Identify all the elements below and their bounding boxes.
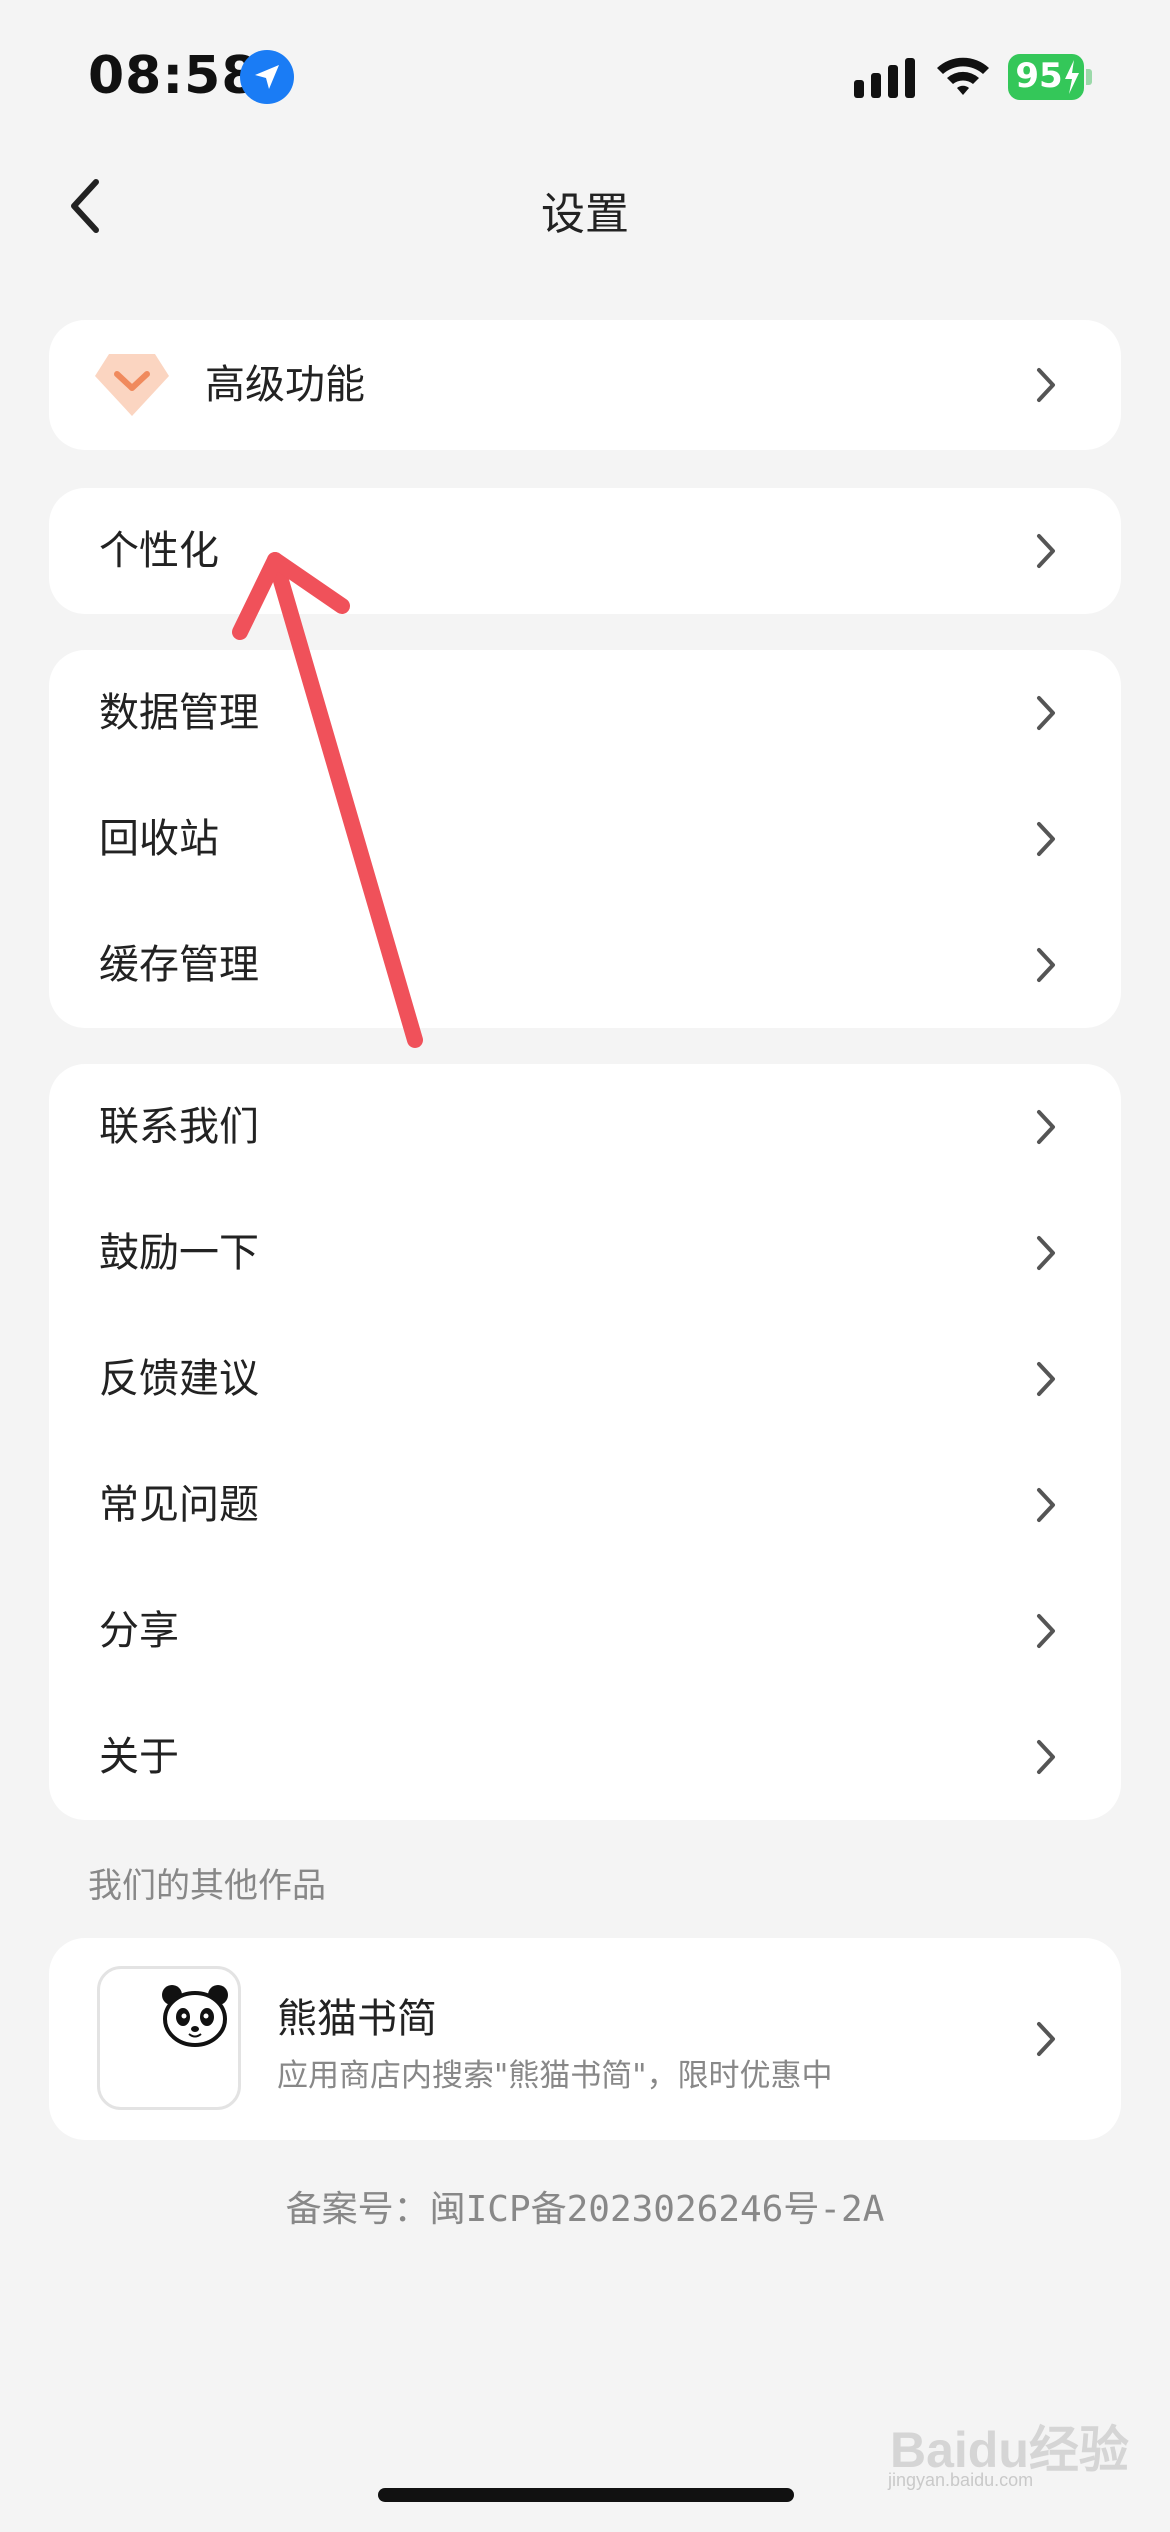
- row-label: 常见问题: [99, 1482, 259, 1528]
- home-indicator[interactable]: [378, 2488, 794, 2502]
- row-label: 联系我们: [99, 1104, 259, 1150]
- faq-item[interactable]: 常见问题: [49, 1442, 1121, 1568]
- data-management-item[interactable]: 数据管理: [49, 650, 1121, 776]
- data-settings-group: 数据管理 回收站 缓存管理: [49, 650, 1121, 1028]
- premium-features-label: 高级功能: [205, 362, 365, 408]
- share-item[interactable]: 分享: [49, 1568, 1121, 1694]
- chevron-right-icon: [1037, 696, 1055, 730]
- feedback-item[interactable]: 反馈建议: [49, 1316, 1121, 1442]
- app-description: 应用商店内搜索"熊猫书简"，限时优惠中: [277, 2058, 833, 2094]
- about-item[interactable]: 关于: [49, 1694, 1121, 1820]
- chevron-right-icon: [1037, 1110, 1055, 1144]
- other-app-item[interactable]: 熊猫书简 应用商店内搜索"熊猫书简"，限时优惠中: [49, 1938, 1121, 2140]
- chevron-right-icon: [1037, 2022, 1055, 2056]
- diamond-icon: [95, 354, 169, 416]
- panda-icon: [162, 1985, 228, 2047]
- row-label: 鼓励一下: [99, 1230, 259, 1276]
- chevron-right-icon: [1037, 1236, 1055, 1270]
- row-label: 缓存管理: [99, 942, 259, 988]
- status-bar: 08:58 95: [0, 0, 1170, 150]
- chevron-right-icon: [1037, 534, 1055, 568]
- icp-record-number: 备案号：闽ICP备2023026246号-2A: [285, 2189, 885, 2230]
- chevron-right-icon: [1037, 1362, 1055, 1396]
- row-label: 分享: [99, 1608, 179, 1654]
- recycle-bin-item[interactable]: 回收站: [49, 776, 1121, 902]
- chevron-right-icon: [1037, 948, 1055, 982]
- contact-us-item[interactable]: 联系我们: [49, 1064, 1121, 1190]
- page-title: 设置: [541, 189, 629, 240]
- battery-level: 95: [1015, 56, 1063, 96]
- other-works-section-title: 我们的其他作品: [88, 1866, 326, 1906]
- watermark-url: jingyan.baidu.com: [888, 2470, 1034, 2490]
- row-label: 回收站: [99, 816, 219, 862]
- wifi-icon: [937, 57, 989, 95]
- app-name: 熊猫书简: [277, 1996, 437, 2042]
- row-label: 反馈建议: [99, 1356, 259, 1402]
- row-label: 数据管理: [99, 690, 259, 736]
- watermark: Baidu经验 jingyan.baidu.com: [880, 2400, 1130, 2490]
- personalization-label: 个性化: [99, 528, 219, 574]
- row-label: 关于: [99, 1734, 179, 1780]
- encourage-item[interactable]: 鼓励一下: [49, 1190, 1121, 1316]
- chevron-right-icon: [1037, 822, 1055, 856]
- chevron-right-icon: [1037, 1488, 1055, 1522]
- premium-features-item[interactable]: 高级功能: [49, 320, 1121, 450]
- status-time: 08:58: [88, 46, 259, 106]
- battery-icon: 95: [1008, 54, 1092, 100]
- cellular-signal-icon: [854, 58, 915, 98]
- chevron-right-icon: [1037, 1614, 1055, 1648]
- cache-management-item[interactable]: 缓存管理: [49, 902, 1121, 1028]
- personalization-item[interactable]: 个性化: [49, 488, 1121, 614]
- chevron-right-icon: [1037, 1740, 1055, 1774]
- support-settings-group: 联系我们 鼓励一下 反馈建议 常见问题 分享 关于: [49, 1064, 1121, 1820]
- location-arrow-icon: [240, 50, 294, 104]
- app-icon: [97, 1966, 241, 2110]
- chevron-right-icon: [1037, 368, 1055, 402]
